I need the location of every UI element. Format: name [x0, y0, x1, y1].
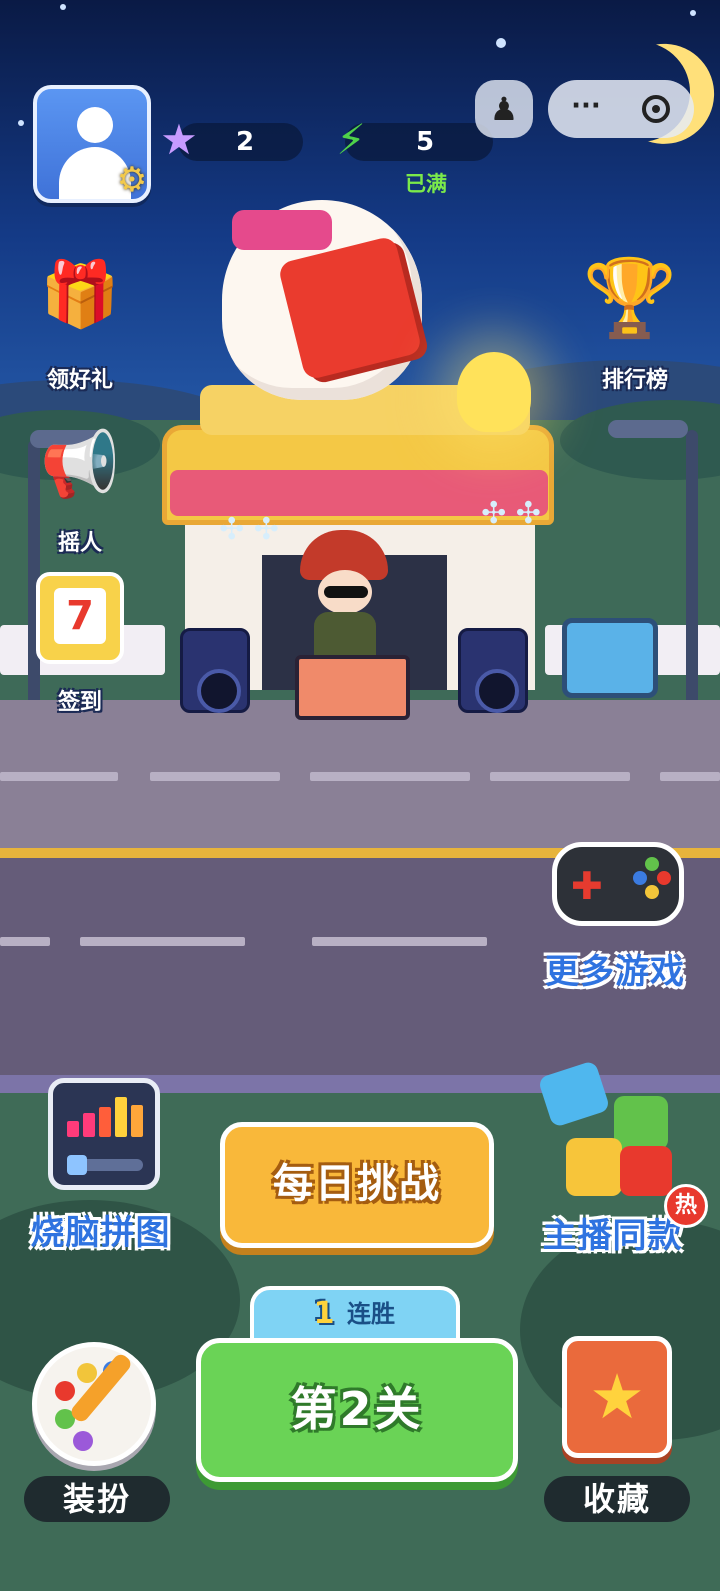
more-games-label: 更多游戏	[545, 952, 685, 992]
daily-challenge-label: 每日挑战	[273, 1161, 441, 1207]
gift-button[interactable]: 🎁	[30, 255, 130, 345]
stars-value: 2	[235, 127, 255, 157]
star-icon: ★	[160, 115, 198, 164]
drone-icon: ✣ ✣	[481, 496, 541, 531]
calendar-day: 7	[54, 588, 106, 644]
energy-full-label: 已满	[405, 172, 447, 196]
light-bulb-icon	[457, 352, 531, 432]
picture-easel-icon	[562, 618, 658, 698]
lane-dash	[660, 772, 720, 781]
brain-puzzle-button[interactable]	[48, 1078, 160, 1190]
hot-badge: 热	[664, 1184, 708, 1228]
megaphone-icon: 📢	[40, 428, 120, 502]
joystick-icon: ♟	[489, 90, 519, 128]
yellow-puzzle-piece	[566, 1138, 622, 1196]
favorites-label: 收藏	[582, 1480, 651, 1518]
gift-box-icon: 🎁	[40, 258, 120, 332]
more-dots-icon[interactable]: ···	[566, 80, 606, 138]
streamer-same-button[interactable]	[537, 1060, 680, 1202]
green-puzzle-piece	[614, 1096, 668, 1150]
gamepad-icon: ✚	[571, 864, 603, 908]
settings-gear-icon[interactable]: ⚙	[112, 160, 152, 200]
star-dot	[18, 120, 24, 126]
invite-label: 摇人	[57, 531, 102, 556]
start-level-button[interactable]: 第2关	[196, 1338, 518, 1482]
win-streak-label: 连胜	[347, 1300, 395, 1328]
invite-button[interactable]: 📢	[30, 425, 130, 515]
checkin-label: 签到	[57, 690, 102, 715]
lane-dash	[312, 937, 487, 946]
lane-dash	[490, 772, 630, 781]
dj-character	[300, 530, 390, 672]
checkin-button[interactable]: 7	[36, 572, 124, 664]
lane-dash	[0, 937, 50, 946]
red-puzzle-piece	[620, 1146, 672, 1196]
lane-dash	[0, 772, 118, 781]
gift-label: 领好礼	[46, 368, 113, 393]
mascot-sunglasses	[232, 210, 332, 250]
lane-dash	[310, 772, 470, 781]
speaker-icon	[180, 628, 250, 713]
speaker-icon	[458, 628, 528, 713]
blue-puzzle-piece	[537, 1060, 611, 1128]
energy-value: 5	[415, 127, 435, 157]
lane-dash	[80, 937, 245, 946]
dj-deck	[295, 655, 410, 720]
star-dot	[690, 10, 696, 16]
current-level-label: 第2关	[290, 1382, 424, 1436]
dress-up-label: 装扮	[62, 1480, 131, 1518]
brain-puzzle-label: 烧脑拼图	[30, 1213, 171, 1253]
street-lamp-head	[608, 420, 688, 438]
star-dot	[496, 38, 506, 48]
lane-dash	[150, 772, 280, 781]
leaderboard-button[interactable]: 🏆	[575, 250, 685, 350]
star-icon: ★	[589, 1360, 645, 1433]
trophy-icon: 🏆	[582, 253, 678, 342]
target-close-icon[interactable]	[642, 95, 670, 123]
drone-icon: ✣ ✣	[219, 512, 279, 547]
win-streak-count: 1	[313, 1296, 335, 1331]
street-lamp	[686, 430, 698, 730]
lightning-icon: ⚡	[336, 115, 366, 164]
more-games-button[interactable]: ✚	[552, 842, 684, 926]
star-dot	[60, 4, 66, 10]
leaderboard-label: 排行榜	[601, 368, 668, 393]
daily-challenge-button[interactable]: 每日挑战	[220, 1122, 494, 1248]
